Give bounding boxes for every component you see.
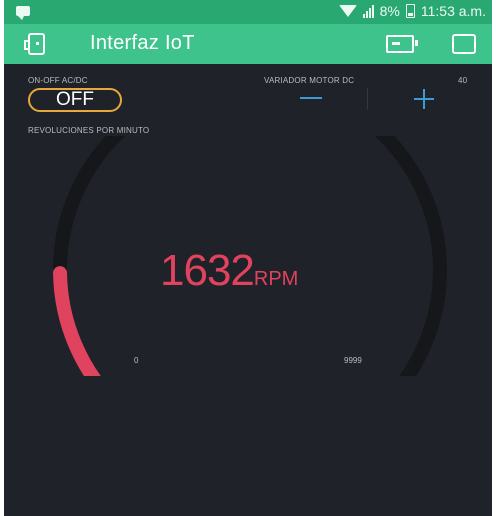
gauge-value: 1632 bbox=[160, 246, 255, 295]
gauge-unit: RPM bbox=[253, 268, 299, 290]
switch-label: ON-OFF AC/DC bbox=[28, 76, 88, 85]
app-title: Interfaz IoT bbox=[90, 32, 195, 54]
minus-icon[interactable] bbox=[300, 97, 322, 99]
gauge-readout: 1632RPM bbox=[160, 246, 298, 296]
stepper-label: VARIADOR MOTOR DC bbox=[264, 76, 355, 85]
phone-screen: 8% 11:53 a.m. Interfaz IoT ON-OFF AC/DC … bbox=[4, 0, 492, 516]
status-indicators: 8% 11:53 a.m. bbox=[338, 3, 486, 19]
gauge-min: 0 bbox=[134, 356, 139, 365]
plus-icon[interactable] bbox=[414, 89, 434, 109]
app-bar: Interfaz IoT bbox=[4, 24, 492, 64]
signal-icon bbox=[362, 4, 374, 18]
clock: 11:53 a.m. bbox=[420, 3, 486, 19]
status-bar: 8% 11:53 a.m. bbox=[4, 0, 492, 24]
battery-icon bbox=[405, 4, 415, 18]
wifi-icon bbox=[338, 5, 357, 17]
gauge-max: 9999 bbox=[344, 356, 362, 365]
stop-icon[interactable] bbox=[452, 34, 476, 54]
battery-percent: 8% bbox=[379, 3, 400, 19]
notification-icon bbox=[16, 6, 30, 20]
device-settings-icon[interactable] bbox=[24, 33, 45, 55]
stepper-divider bbox=[367, 88, 368, 110]
stepper-value: 40 bbox=[458, 76, 468, 85]
gauge-fill bbox=[53, 266, 101, 376]
device-icon[interactable] bbox=[386, 35, 418, 53]
gauge-label: REVOLUCIONES POR MINUTO bbox=[28, 126, 150, 135]
on-off-button[interactable]: OFF bbox=[28, 88, 122, 112]
